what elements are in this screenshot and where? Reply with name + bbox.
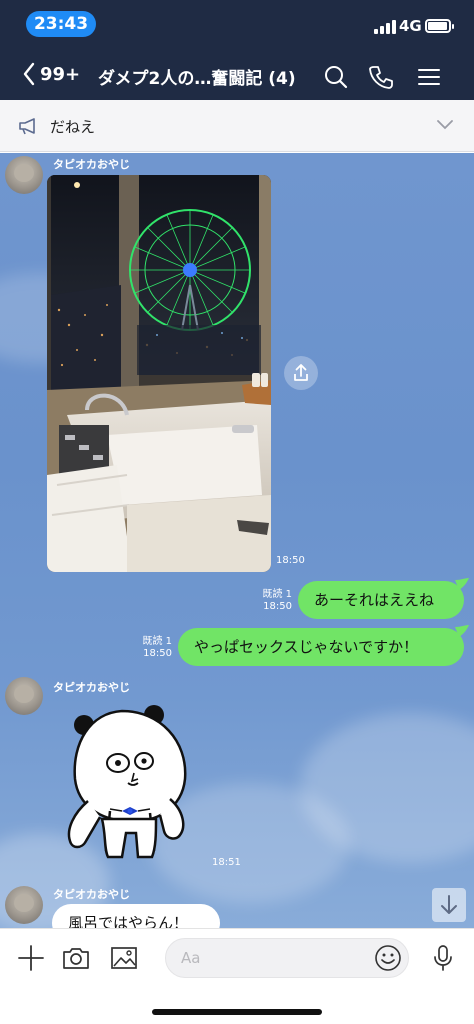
share-icon[interactable] (284, 356, 318, 390)
read-receipt-block: 既読 1 18:50 (140, 636, 172, 660)
chat-header: 99+ ダメプ2人の…奮闘記 (4) (0, 52, 474, 98)
message-time: 18:50 (276, 555, 305, 566)
menu-icon[interactable] (416, 64, 442, 90)
unread-count: 99+ (40, 63, 81, 85)
read-receipt: 既読 1 (142, 636, 172, 647)
home-indicator (152, 1009, 322, 1015)
chevron-down-icon[interactable] (436, 119, 454, 131)
shared-photo[interactable] (47, 175, 271, 572)
phone-icon[interactable] (368, 64, 394, 90)
chat-title[interactable]: ダメプ2人の…奮闘記 (4) (98, 64, 296, 89)
network-type: 4G (399, 17, 422, 35)
megaphone-icon (19, 118, 35, 135)
camera-icon[interactable] (61, 943, 91, 973)
chat-area[interactable]: タピオカおやじ 18:50 既読 1 18:50 あーそれはええね 既読 1 1… (0, 153, 474, 928)
emoji-icon[interactable] (374, 944, 402, 972)
read-receipt-block: 既読 1 18:50 (260, 589, 292, 613)
microphone-icon[interactable] (428, 943, 458, 973)
message-input-bar: Aa (0, 928, 474, 1024)
sender-name: タピオカおやじ (53, 888, 130, 901)
search-icon[interactable] (323, 64, 349, 90)
status-time: 23:43 (26, 11, 96, 37)
avatar[interactable] (5, 886, 43, 924)
chevron-left-icon (23, 62, 35, 86)
scroll-down-arrow-icon[interactable] (432, 888, 466, 922)
announcement-text: だねえ (50, 118, 96, 136)
cellular-signal-icon (374, 20, 396, 34)
plus-icon[interactable] (16, 943, 46, 973)
message-bubble-incoming[interactable]: 風呂ではやらん！ (52, 904, 220, 928)
sender-name: タピオカおやじ (53, 158, 130, 171)
sender-name: タピオカおやじ (53, 681, 130, 694)
back-button[interactable]: 99+ (22, 62, 80, 86)
avatar[interactable] (5, 677, 43, 715)
message-time: 18:51 (212, 857, 241, 868)
battery-icon (425, 19, 454, 33)
message-time: 18:50 (143, 648, 172, 659)
announcement-bar[interactable]: だねえ (0, 100, 474, 152)
status-bar: 23:43 4G (0, 0, 474, 46)
panda-sticker[interactable] (60, 701, 195, 861)
message-input[interactable]: Aa (165, 938, 409, 978)
image-icon[interactable] (109, 943, 139, 973)
top-bar: 23:43 4G 99+ ダメプ2人の…奮闘記 (4) (0, 0, 474, 100)
avatar[interactable] (5, 156, 43, 194)
bubble-tail (455, 578, 469, 590)
bubble-tail (455, 625, 469, 637)
message-bubble-outgoing[interactable]: やっぱセックスじゃないですか！ (178, 628, 464, 666)
message-time: 18:50 (263, 601, 292, 612)
message-bubble-outgoing[interactable]: あーそれはええね (298, 581, 464, 619)
read-receipt: 既読 1 (262, 589, 292, 600)
